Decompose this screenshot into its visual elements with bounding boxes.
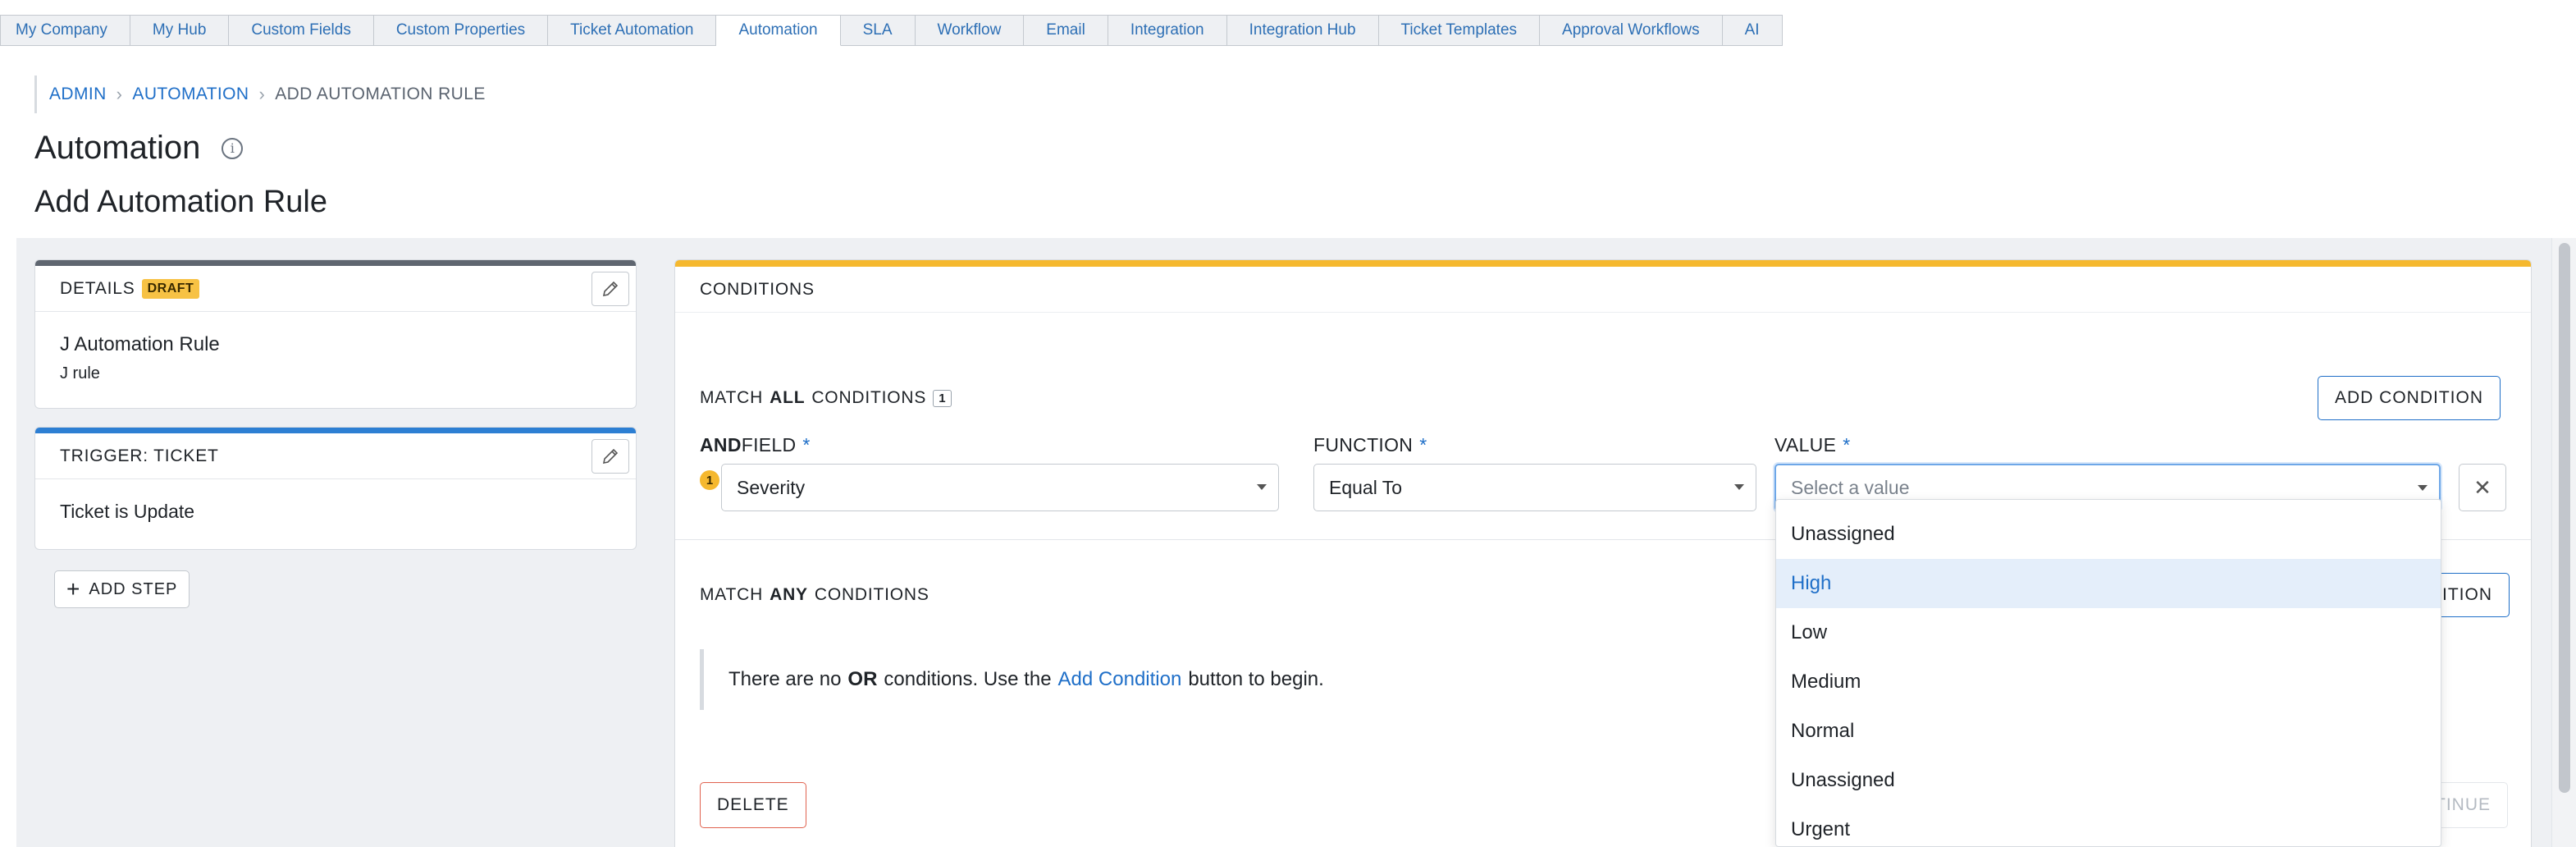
rule-name: J Automation Rule bbox=[60, 333, 220, 355]
trigger-description: Ticket is Update bbox=[60, 501, 195, 522]
rule-description: J rule bbox=[60, 364, 100, 382]
chevron-right-icon: › bbox=[116, 84, 123, 104]
trigger-card-body: Ticket is Update bbox=[35, 479, 636, 544]
tab-custom-fields[interactable]: Custom Fields bbox=[229, 15, 374, 46]
and-label: AND bbox=[700, 434, 742, 456]
dropdown-option-normal[interactable]: Normal bbox=[1776, 707, 2441, 756]
condition-index-badge: 1 bbox=[700, 470, 719, 490]
page-subtitle: Add Automation Rule bbox=[34, 185, 328, 219]
tab-approval-workflows[interactable]: Approval Workflows bbox=[1540, 15, 1723, 46]
value-dropdown-menu: Unassigned High Low Medium Normal Unassi… bbox=[1775, 499, 2441, 847]
top-tab-bar: My Company My Hub Custom Fields Custom P… bbox=[0, 15, 1783, 46]
dropdown-option-unassigned[interactable]: Unassigned bbox=[1776, 510, 2441, 559]
required-marker: * bbox=[802, 434, 811, 456]
value-label: VALUE * bbox=[1774, 434, 1850, 456]
function-select[interactable]: Equal To bbox=[1313, 464, 1756, 511]
tab-my-hub[interactable]: My Hub bbox=[130, 15, 230, 46]
details-card-body: J Automation Rule J rule bbox=[35, 312, 636, 405]
breadcrumb-current: ADD AUTOMATION RULE bbox=[275, 85, 486, 103]
add-step-button[interactable]: + ADD STEP bbox=[54, 570, 190, 608]
pencil-icon bbox=[602, 281, 619, 296]
function-select-value: Equal To bbox=[1329, 476, 1403, 498]
tab-ticket-automation[interactable]: Ticket Automation bbox=[548, 15, 717, 46]
match-all-label: MATCH ALL CONDITIONS 1 bbox=[700, 388, 952, 408]
close-icon: ✕ bbox=[2473, 474, 2492, 500]
tab-my-company[interactable]: My Company bbox=[0, 15, 130, 46]
no-or-conditions-note: There are no OR conditions. Use the Add … bbox=[700, 649, 1930, 710]
match-any-label: MATCH ANY CONDITIONS bbox=[700, 585, 929, 605]
dropdown-option-medium[interactable]: Medium bbox=[1776, 657, 2441, 707]
conditions-title: CONDITIONS bbox=[675, 267, 2531, 313]
function-label: FUNCTION * bbox=[1313, 434, 1427, 456]
tab-email[interactable]: Email bbox=[1024, 15, 1108, 46]
note-text-post: button to begin. bbox=[1188, 668, 1324, 690]
details-card-title: DETAILS bbox=[60, 278, 135, 298]
match-all-prefix: MATCH bbox=[700, 388, 764, 407]
remove-condition-button[interactable]: ✕ bbox=[2459, 464, 2506, 511]
plus-icon: + bbox=[66, 576, 81, 602]
breadcrumb-automation[interactable]: AUTOMATION bbox=[132, 85, 249, 104]
edit-trigger-button[interactable] bbox=[591, 438, 629, 474]
required-marker: * bbox=[1419, 434, 1427, 456]
page-title: Automation i bbox=[34, 130, 244, 167]
conditions-card-bar bbox=[675, 260, 2531, 267]
match-any-emph: ANY bbox=[770, 585, 808, 604]
tab-integration-hub[interactable]: Integration Hub bbox=[1226, 15, 1379, 46]
trigger-card-title: TRIGGER: TICKET bbox=[60, 446, 219, 465]
field-label-text: FIELD bbox=[741, 434, 797, 456]
tab-sla[interactable]: SLA bbox=[840, 15, 916, 46]
match-any-suffix: CONDITIONS bbox=[814, 585, 929, 604]
caret-down-icon bbox=[2418, 485, 2428, 491]
tab-ticket-templates[interactable]: Ticket Templates bbox=[1378, 15, 1541, 46]
delete-button[interactable]: DELETE bbox=[700, 782, 806, 828]
draft-badge: DRAFT bbox=[141, 278, 200, 299]
dropdown-option-low[interactable]: Low bbox=[1776, 608, 2441, 657]
details-card: DETAILS DRAFT J Automation Rule J rule bbox=[34, 259, 637, 409]
note-text-bold: OR bbox=[847, 668, 878, 690]
match-all-suffix: CONDITIONS bbox=[811, 388, 927, 407]
match-any-prefix: MATCH bbox=[700, 585, 764, 604]
dropdown-option-urgent[interactable]: Urgent bbox=[1776, 805, 2441, 846]
function-label-text: FUNCTION bbox=[1313, 434, 1414, 456]
breadcrumb-admin[interactable]: ADMIN bbox=[49, 85, 107, 104]
scrollbar-thumb[interactable] bbox=[2559, 243, 2570, 793]
tab-automation[interactable]: Automation bbox=[716, 15, 841, 46]
chevron-right-icon: › bbox=[258, 84, 266, 104]
note-text-pre: There are no bbox=[728, 668, 842, 690]
field-label: ANDFIELD * bbox=[700, 434, 811, 456]
rule-steps-panel: DETAILS DRAFT J Automation Rule J rule T… bbox=[16, 238, 656, 847]
trigger-card-header: TRIGGER: TICKET bbox=[35, 433, 636, 479]
dropdown-option-high[interactable]: High bbox=[1776, 559, 2441, 608]
edit-details-button[interactable] bbox=[591, 271, 629, 306]
field-select[interactable]: Severity bbox=[721, 464, 1279, 511]
tab-workflow[interactable]: Workflow bbox=[915, 15, 1025, 46]
breadcrumb: ADMIN › AUTOMATION › ADD AUTOMATION RULE bbox=[34, 76, 486, 113]
add-condition-link[interactable]: Add Condition bbox=[1058, 668, 1182, 691]
tab-integration[interactable]: Integration bbox=[1108, 15, 1227, 46]
details-card-bar bbox=[35, 260, 636, 266]
details-card-header: DETAILS DRAFT bbox=[35, 266, 636, 312]
caret-down-icon bbox=[1257, 484, 1267, 490]
field-select-value: Severity bbox=[737, 476, 806, 498]
required-marker: * bbox=[1843, 434, 1851, 456]
note-text-mid: conditions. Use the bbox=[884, 668, 1052, 690]
value-label-text: VALUE bbox=[1774, 434, 1837, 456]
match-all-emph: ALL bbox=[770, 388, 806, 407]
add-step-label: ADD STEP bbox=[89, 579, 178, 598]
caret-down-icon bbox=[1734, 484, 1744, 490]
trigger-card-bar bbox=[35, 428, 636, 433]
tab-custom-properties[interactable]: Custom Properties bbox=[373, 15, 549, 46]
page-title-text: Automation bbox=[34, 130, 201, 166]
pencil-icon bbox=[602, 448, 619, 464]
info-icon[interactable]: i bbox=[222, 137, 244, 159]
add-condition-all-button[interactable]: ADD CONDITION bbox=[2318, 376, 2501, 420]
page-scrollbar[interactable] bbox=[2551, 238, 2576, 847]
trigger-card: TRIGGER: TICKET Ticket is Update bbox=[34, 427, 637, 550]
tab-ai[interactable]: AI bbox=[1722, 15, 1783, 46]
value-select-placeholder: Select a value bbox=[1791, 476, 1910, 498]
match-all-count: 1 bbox=[933, 389, 952, 407]
dropdown-option-unassigned-2[interactable]: Unassigned bbox=[1776, 756, 2441, 805]
